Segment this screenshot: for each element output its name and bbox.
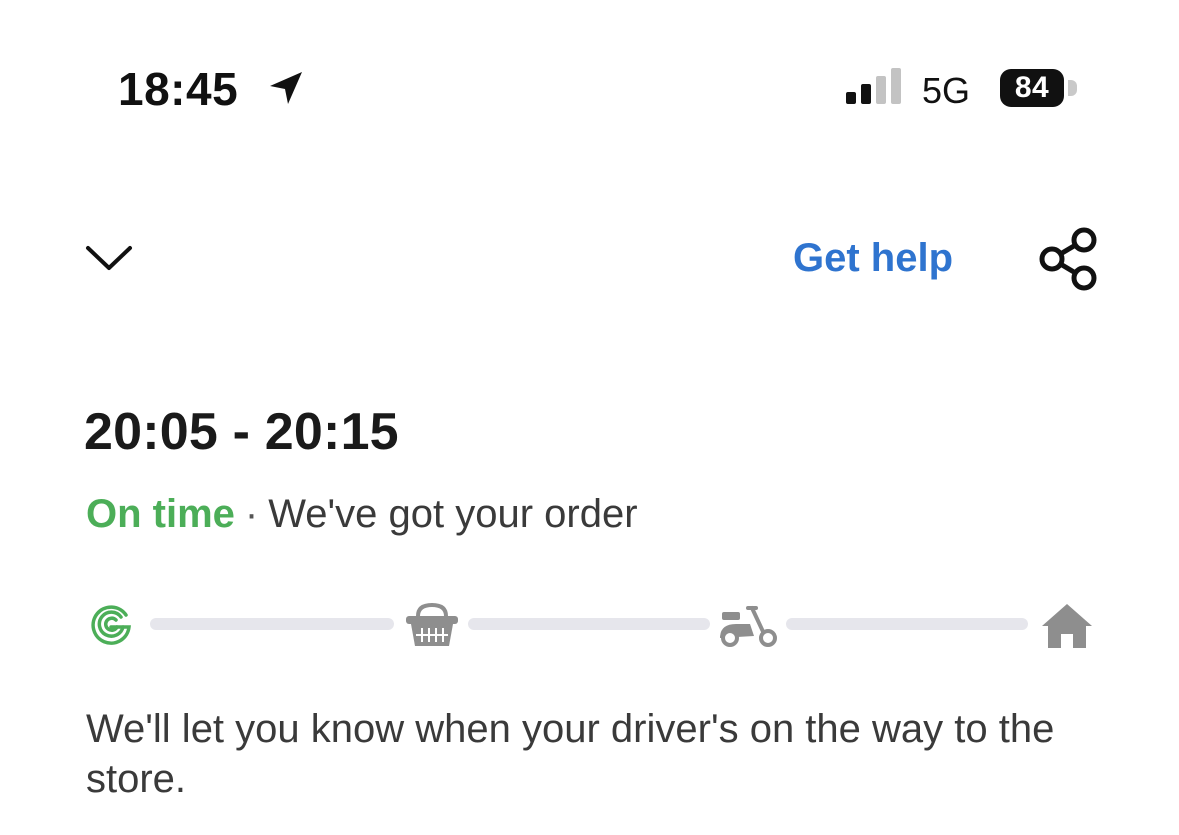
home-icon bbox=[1042, 604, 1092, 648]
signal-icon bbox=[846, 68, 901, 104]
order-status-line: On time · We've got your order bbox=[86, 492, 638, 537]
separator: · bbox=[244, 492, 259, 536]
basket-icon bbox=[406, 602, 458, 646]
progress-bar-1 bbox=[150, 618, 394, 630]
status-time: 18:45 bbox=[118, 63, 239, 115]
status-bar: 18:45 5G 84 bbox=[0, 0, 1179, 140]
battery-cap bbox=[1068, 80, 1077, 96]
location-arrow-icon bbox=[270, 72, 302, 104]
scooter-icon bbox=[720, 606, 777, 647]
g-logo-icon bbox=[91, 605, 131, 645]
eta-window: 20:05 - 20:15 bbox=[84, 403, 399, 461]
on-time-label: On time bbox=[86, 492, 235, 536]
progress-bar-2 bbox=[468, 618, 710, 630]
battery-icon: 84 bbox=[1000, 69, 1064, 107]
share-icon[interactable] bbox=[1038, 226, 1102, 292]
order-info-text: We'll let you know when your driver's on… bbox=[86, 707, 1055, 801]
get-help-link[interactable]: Get help bbox=[793, 236, 953, 281]
progress-bar-3 bbox=[786, 618, 1028, 630]
network-label: 5G bbox=[922, 70, 971, 111]
chevron-down-icon[interactable] bbox=[84, 236, 134, 280]
order-status-text: We've got your order bbox=[268, 492, 638, 536]
